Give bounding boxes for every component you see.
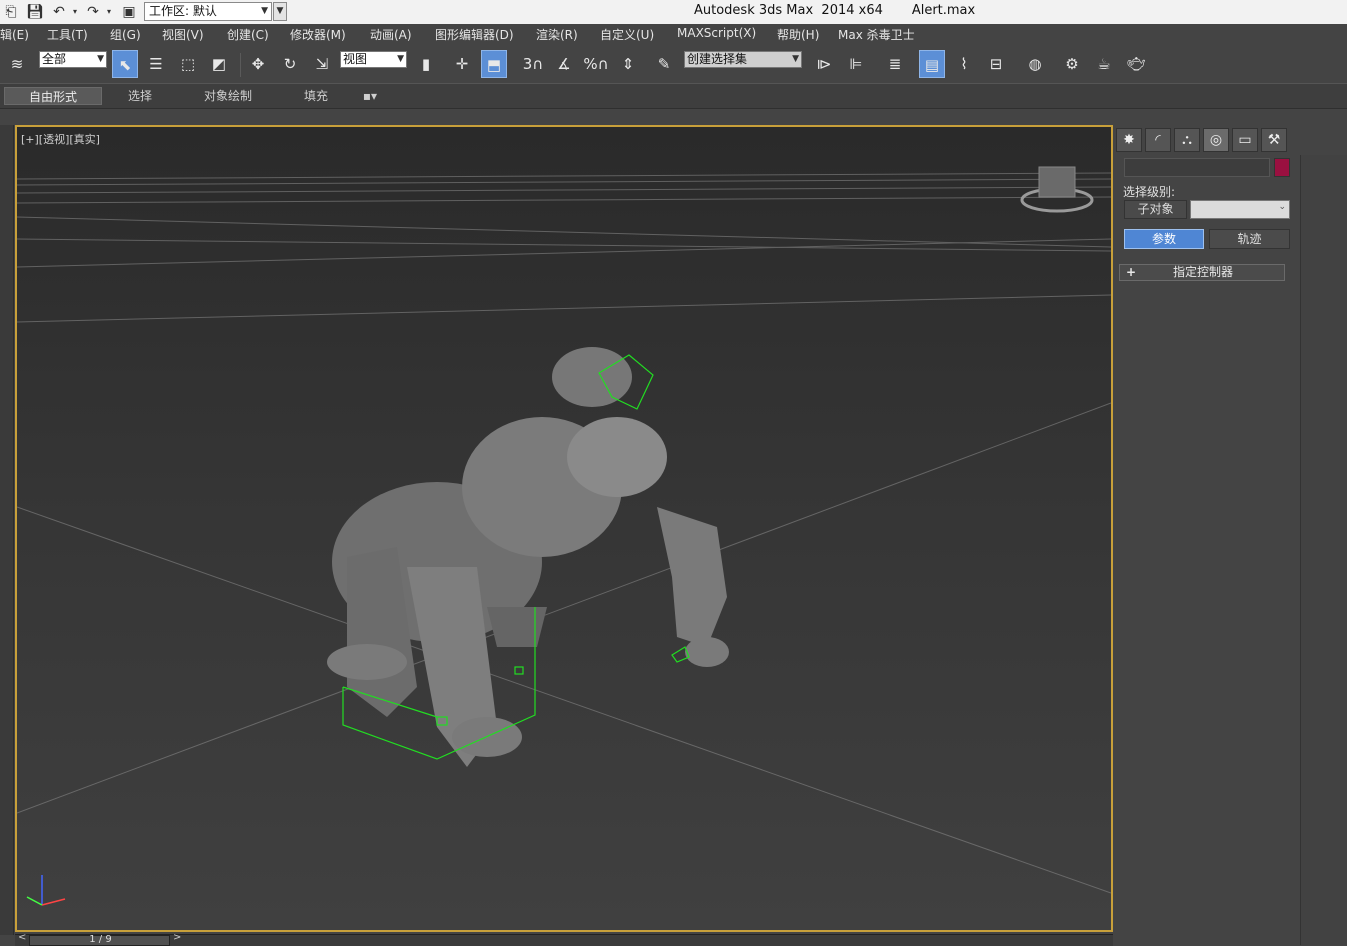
tab-selection[interactable]: 选择	[112, 87, 168, 105]
parameters-button[interactable]: 参数	[1124, 229, 1204, 249]
window-title: Autodesk 3ds Max 2014 x64 Alert.max	[694, 3, 976, 18]
create-icon[interactable]: ✸	[1116, 128, 1142, 152]
gorilla-model[interactable]	[327, 347, 729, 767]
title-bar: ⎗ 💾︎ ↶ ▾ ↷ ▾ ▣ 工作区: 默认 ▼ ▼ Autodesk 3ds …	[0, 0, 1347, 25]
render-setup-icon[interactable]: ⚙	[1059, 50, 1085, 78]
reference-coordinate-value: 视图	[343, 52, 368, 66]
menu-rendering[interactable]: 渲染(R)	[536, 26, 578, 43]
display-icon[interactable]: ▭	[1232, 128, 1258, 152]
select-manipulate-icon[interactable]: ✛	[449, 50, 475, 78]
select-by-name-icon[interactable]: ☰	[143, 50, 169, 78]
angle-snap-icon[interactable]: ∡	[551, 50, 577, 78]
command-panel: ✸ ◜ ⛬ ◎ ▭ ⚒ 选择级别: 子对象 ⌄ 参数 轨迹 + 指定控制器	[1114, 125, 1300, 945]
menu-animation[interactable]: 动画(A)	[370, 26, 412, 43]
spinner-snap-icon[interactable]: ⇕	[615, 50, 641, 78]
utilities-icon[interactable]: ⚒	[1261, 128, 1287, 152]
main-toolbar: ≋ 全部 ▼ ⬉ ☰ ⬚ ◩ ✥ ↻ ⇲ 视图 ▼ ▮ ✛ ⬒ 3∩ ∡ %∩ …	[0, 45, 1347, 83]
panel-scroll-area	[1300, 155, 1347, 945]
selection-filter-dropdown[interactable]: 全部 ▼	[39, 51, 107, 68]
object-color-swatch[interactable]	[1274, 158, 1290, 177]
chevron-down-icon: ▼	[792, 54, 799, 64]
menu-maxscript[interactable]: MAXScript(X)	[677, 26, 756, 40]
curve-editor-icon[interactable]: ⌇	[951, 50, 977, 78]
chevron-down-icon: ▼	[397, 54, 404, 64]
assign-controller-rollout[interactable]: + 指定控制器	[1119, 264, 1285, 281]
workspace-dropdown[interactable]: 工作区: 默认 ▼	[144, 2, 272, 21]
snaps-toggle-icon[interactable]: 3∩	[520, 50, 546, 78]
app-menu-icon[interactable]: ⎗	[2, 3, 20, 21]
toolbar-separator	[240, 53, 241, 77]
object-name-field[interactable]	[1124, 158, 1270, 177]
subobject-dropdown[interactable]: ⌄	[1190, 200, 1290, 219]
rollout-label: 指定控制器	[1172, 265, 1233, 279]
percent-snap-icon[interactable]: %∩	[583, 50, 609, 78]
menu-customize[interactable]: 自定义(U)	[600, 26, 654, 43]
layer-manager-icon[interactable]: ≣	[882, 50, 908, 78]
scale-icon[interactable]: ⇲	[309, 50, 335, 78]
undo-dropdown-icon[interactable]: ▾	[66, 3, 84, 21]
save-icon[interactable]: 💾︎	[26, 3, 44, 21]
timeline-prev-arrow[interactable]: <	[18, 932, 26, 943]
tab-object-paint[interactable]: 对象绘制	[190, 87, 266, 105]
selection-filter-value: 全部	[42, 52, 67, 66]
viewport-scene	[17, 166, 1111, 906]
workspace-label: 工作区: 默认	[149, 4, 217, 18]
rotate-icon[interactable]: ↻	[277, 50, 303, 78]
subobject-button[interactable]: 子对象	[1124, 200, 1187, 219]
menu-modifiers[interactable]: 修改器(M)	[290, 26, 346, 43]
chevron-down-icon: ▼	[97, 54, 104, 64]
selection-level-label: 选择级别:	[1123, 185, 1176, 199]
snap-3-label: 3	[522, 55, 533, 73]
menu-graph-editors[interactable]: 图形编辑器(D)	[435, 26, 514, 43]
viewport-label[interactable]: [+][透视][真实]	[21, 131, 100, 147]
menu-create[interactable]: 创建(C)	[227, 26, 269, 43]
ribbon-options-button[interactable]: ▪▾	[356, 87, 384, 105]
edit-named-selection-icon[interactable]: ✎	[651, 50, 677, 78]
time-slider[interactable]: 1 / 9	[29, 934, 170, 946]
reference-coordinate-dropdown[interactable]: 视图 ▼	[340, 51, 407, 68]
menu-tools[interactable]: 工具(T)	[47, 26, 88, 43]
rendered-frame-icon[interactable]: ☕	[1091, 50, 1117, 78]
percent-snap-label: %	[583, 55, 598, 73]
link-icon[interactable]: ≋	[4, 50, 30, 78]
perspective-viewport[interactable]: [+][透视][真实]	[15, 125, 1113, 932]
quick-access-customize-button[interactable]: ▼	[273, 2, 287, 21]
rectangular-selection-icon[interactable]: ⬚	[175, 50, 201, 78]
tab-populate[interactable]: 填充	[290, 87, 342, 105]
hierarchy-icon[interactable]: ⛬	[1174, 128, 1200, 152]
frame-counter: 1 / 9	[89, 934, 112, 945]
menu-group[interactable]: 组(G)	[110, 26, 141, 43]
tab-freeform[interactable]: 自由形式	[4, 87, 102, 105]
timeline: < 1 / 9 >	[15, 932, 1113, 946]
menu-edit[interactable]: 辑(E)	[0, 26, 29, 43]
keyboard-shortcut-override-icon[interactable]: ⬒	[481, 50, 507, 78]
timeline-next-arrow[interactable]: >	[173, 932, 181, 943]
menu-antivirus[interactable]: Max 杀毒卫士	[838, 26, 915, 43]
redo-dropdown-icon[interactable]: ▾	[100, 3, 118, 21]
ribbon-tabs: 自由形式 选择 对象绘制 填充 ▪▾	[0, 83, 1347, 109]
align-icon[interactable]: ⊫	[843, 50, 869, 78]
axis-tripod-icon	[26, 875, 66, 906]
menu-help[interactable]: 帮助(H)	[777, 26, 819, 43]
schematic-view-icon[interactable]: ⊟	[983, 50, 1009, 78]
chevron-down-icon: ▼	[261, 6, 268, 16]
trajectories-button[interactable]: 轨迹	[1209, 229, 1290, 249]
modify-icon[interactable]: ◜	[1145, 128, 1171, 152]
menu-views[interactable]: 视图(V)	[162, 26, 204, 43]
menu-bar: 辑(E) 工具(T) 组(G) 视图(V) 创建(C) 修改器(M) 动画(A)…	[0, 24, 1347, 46]
chevron-down-icon: ⌄	[1278, 202, 1286, 212]
named-selection-value: 创建选择集	[687, 52, 748, 66]
move-icon[interactable]: ✥	[245, 50, 271, 78]
window-crossing-icon[interactable]: ◩	[206, 50, 232, 78]
project-folder-icon[interactable]: ▣	[120, 3, 138, 21]
render-production-icon[interactable]: 🫖︎	[1123, 50, 1149, 78]
named-selection-dropdown[interactable]: 创建选择集 ▼	[684, 51, 802, 68]
pivot-center-icon[interactable]: ▮	[413, 50, 439, 78]
left-viewport-strip	[0, 125, 14, 935]
select-object-icon[interactable]: ⬉	[112, 50, 138, 78]
motion-icon[interactable]: ◎	[1203, 128, 1229, 152]
scene-explorer-icon[interactable]: ▤	[919, 50, 945, 78]
material-editor-icon[interactable]: ◍	[1022, 50, 1048, 78]
mirror-icon[interactable]: ⧐	[811, 50, 837, 78]
